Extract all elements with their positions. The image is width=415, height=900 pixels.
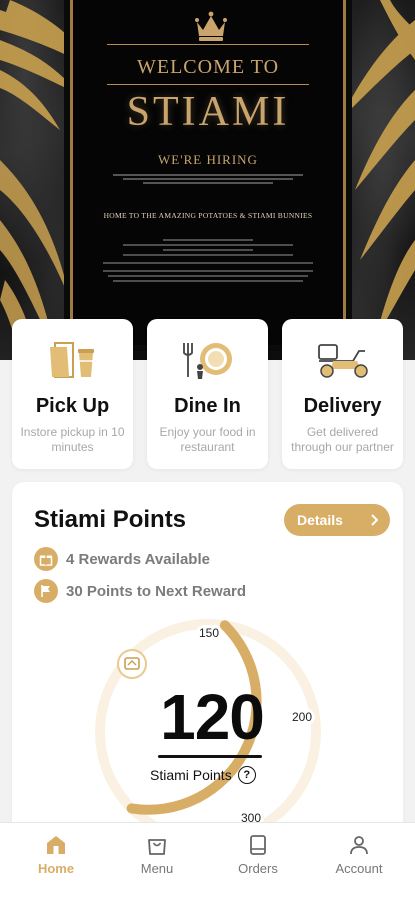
bottom-navigation: Home Menu Orders Account [0, 822, 415, 900]
pickup-subtitle: Instore pickup in 10 minutes [20, 425, 125, 454]
help-icon[interactable]: ? [237, 766, 256, 784]
nav-item-home[interactable]: Home [16, 831, 96, 876]
nav-item-menu[interactable]: Menu [117, 831, 197, 876]
scooter-icon [282, 337, 403, 381]
points-gauge [95, 619, 321, 842]
service-options: Pick Up Instore pickup in 10 minutes Din… [12, 319, 403, 469]
poster-brand-name: STIAMI [126, 89, 290, 135]
dine-in-title: Dine In [174, 395, 241, 417]
delivery-title: Delivery [303, 395, 382, 417]
nav-item-account[interactable]: Account [319, 831, 399, 876]
poster-hiring-heading: WE'RE HIRING [158, 152, 258, 167]
poster-fine-print [103, 236, 313, 296]
nav-label-orders: Orders [238, 861, 278, 876]
gauge-marker-icon [117, 649, 147, 679]
gauge-tick-label: 150 [196, 625, 223, 641]
next-reward-row: 30 Points to Next Reward [34, 578, 246, 604]
account-person-icon [319, 831, 399, 859]
rewards-available-row[interactable]: 4 Rewards Available [34, 546, 210, 572]
gift-icon [34, 547, 58, 571]
dine-in-subtitle: Enjoy your food in restaurant [159, 425, 256, 454]
poster-fine-print [103, 172, 313, 188]
pickup-title: Pick Up [35, 395, 110, 417]
dine-plate-icon [147, 337, 268, 381]
poster-welcome-text: WELCOME TO [136, 56, 280, 78]
home-icon [16, 831, 96, 859]
delivery-subtitle: Get delivered through our partner [291, 425, 394, 454]
points-caption: Stiami Points ? [150, 766, 256, 784]
poster-frame-rule [107, 84, 309, 85]
points-underline [158, 755, 262, 758]
points-title: Stiami Points [34, 506, 187, 533]
pickup-bag-icon [12, 337, 133, 381]
gauge-tick-label: 200 [289, 709, 316, 725]
nav-label-menu: Menu [140, 861, 174, 876]
points-panel: Stiami Points Details 4 Rewards Availabl… [12, 482, 403, 842]
next-reward-text: 30 Points to Next Reward [66, 582, 247, 600]
nav-item-orders[interactable]: Orders [218, 831, 298, 876]
crown-icon [195, 11, 227, 41]
points-caption-text: Stiami Points [150, 767, 232, 783]
dine-in-card[interactable]: Dine In Enjoy your food in restaurant [147, 319, 268, 469]
nav-label-account: Account [335, 861, 383, 876]
chevron-right-icon [371, 514, 378, 526]
orders-book-icon [218, 831, 298, 859]
poster-tagline: HOME TO THE AMAZING POTATOES & STIAMI BU… [103, 211, 313, 220]
delivery-card[interactable]: Delivery Get delivered through our partn… [282, 319, 403, 469]
menu-bag-icon [117, 831, 197, 859]
details-label: Details [297, 512, 343, 528]
flag-icon [34, 579, 58, 603]
current-points-value: 120 [160, 681, 265, 753]
details-button[interactable]: Details [284, 504, 390, 536]
pickup-card[interactable]: Pick Up Instore pickup in 10 minutes [12, 319, 133, 469]
hero-banner[interactable]: WELCOME TO STIAMI WE'RE HIRING HOME TO T… [0, 0, 415, 360]
nav-label-home: Home [37, 861, 75, 876]
rewards-available-text: 4 Rewards Available [66, 550, 210, 568]
hiring-poster: WELCOME TO STIAMI WE'RE HIRING HOME TO T… [70, 0, 346, 345]
